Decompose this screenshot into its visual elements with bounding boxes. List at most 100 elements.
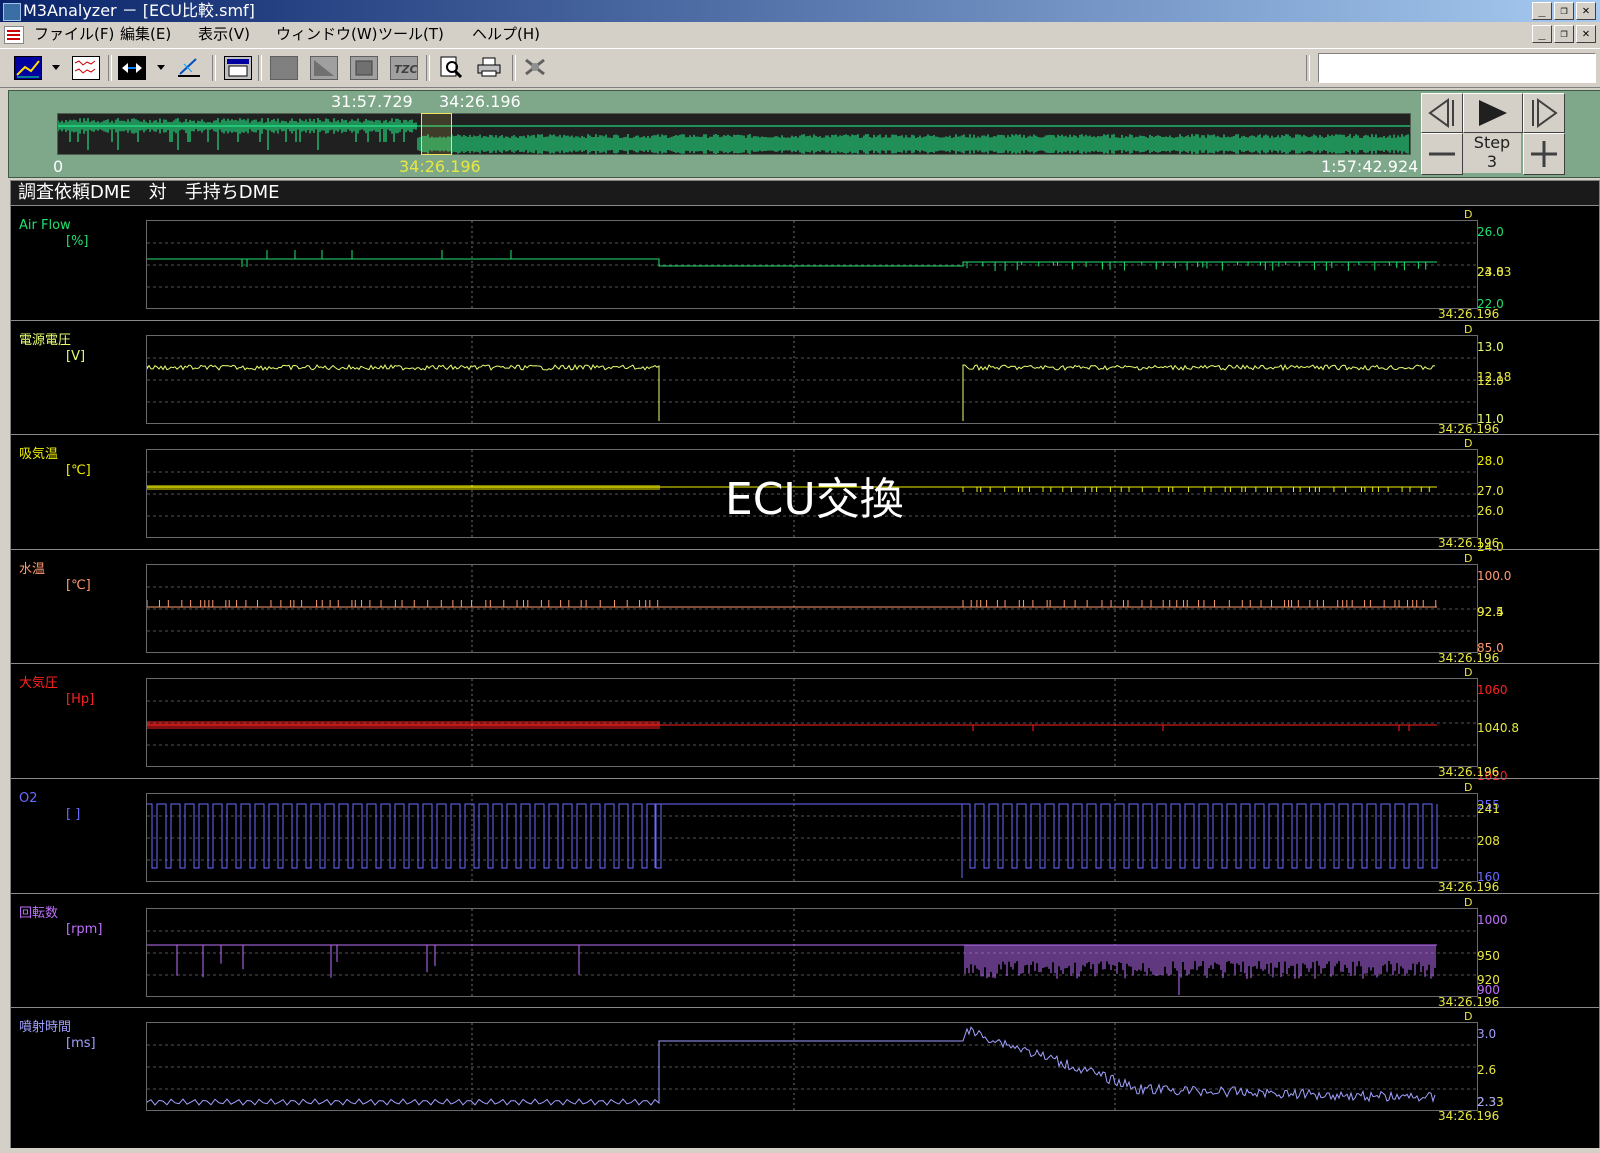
chart-panel: 調査依頼DME 対 手持ちDME Air Flow [%] D 26.0 24.0 23.… — [10, 180, 1600, 1150]
step-increase-button[interactable] — [1523, 133, 1565, 175]
box-corner-icon — [310, 56, 338, 80]
mdi-close-button[interactable]: ✕ — [1576, 25, 1596, 43]
y-tick-label: 2.3 — [1477, 1095, 1497, 1110]
channel-plot[interactable] — [146, 220, 1478, 309]
step-back-button[interactable] — [1421, 93, 1463, 133]
time-navigator: 31:57.729 34:26.196 0 34:26.196 1:57:42.… — [8, 90, 1600, 178]
channel-strip[interactable]: O2[ ] D 255 241 208 160 34:26.196 — [11, 778, 1599, 896]
channel-strip[interactable]: 水温 [℃] D 100.0 92.5 92.4 85.0 34:26.196 — [11, 548, 1599, 667]
y-tick-label: 2.6 — [1477, 1063, 1497, 1078]
data-marker-icon: D — [1464, 437, 1473, 451]
minimize-button[interactable]: _ — [1532, 2, 1552, 20]
selection-end-label: 34:26.196 — [439, 92, 521, 111]
step-label: Step — [1473, 133, 1511, 152]
menu-tools[interactable]: ツール(T) — [378, 22, 444, 46]
channel-strip[interactable]: 回転数 [rpm] D 1000 950 920 900 34:26.196 — [11, 892, 1599, 1011]
channel-strip[interactable]: 電源電圧 [V] D 13.0 12.18 12.0 11.0 34:26.196 — [11, 319, 1599, 438]
data-marker-icon: D — [1464, 1010, 1473, 1024]
tzc-button[interactable]: TZC — [388, 54, 418, 80]
channel-plot[interactable] — [146, 907, 1478, 997]
waveform-button[interactable] — [70, 54, 100, 80]
channel-plot[interactable] — [146, 678, 1478, 768]
data-window-button[interactable] — [222, 54, 252, 80]
waveform-icon — [72, 56, 100, 80]
mdi-minimize-button[interactable]: _ — [1532, 25, 1552, 43]
menu-window[interactable]: ウィンドウ(W) — [276, 22, 378, 46]
data-marker-icon: D — [1464, 666, 1473, 680]
channel-unit: [℃] — [66, 577, 91, 593]
toolbar: TZC — [0, 48, 1600, 88]
y-tick-label: 92.4 — [1477, 604, 1504, 619]
channel-name: 電源電圧 — [19, 332, 72, 348]
box-frame-icon — [350, 56, 378, 80]
preview-icon — [438, 56, 464, 79]
step-decrease-button[interactable] — [1421, 133, 1463, 175]
y-tick-label: 241 — [1477, 802, 1500, 816]
step-value: 3 — [1486, 152, 1498, 171]
menu-edit[interactable]: 編集(E) — [120, 22, 171, 46]
y-tick-label: 12.0 — [1477, 373, 1504, 388]
plus-icon — [1531, 141, 1557, 167]
box-gray-button[interactable] — [268, 54, 298, 80]
data-marker-icon: D — [1464, 895, 1473, 909]
plugin-icon — [522, 56, 548, 78]
overview-track[interactable] — [57, 113, 1411, 155]
step-back-icon — [1428, 98, 1454, 128]
step-forward-button[interactable] — [1523, 93, 1565, 133]
channel-unit: [ ] — [66, 807, 81, 822]
channel-unit: [ms] — [66, 1036, 96, 1052]
close-button[interactable]: ✕ — [1576, 2, 1596, 20]
y-tick-label: 1060 — [1477, 683, 1508, 698]
app-icon[interactable] — [3, 3, 21, 21]
y-tick-label: 28.0 — [1477, 454, 1504, 469]
box-frame-button[interactable] — [348, 54, 378, 80]
channel-plot[interactable] — [146, 334, 1478, 424]
cursor-timestamp: 34:26.196 — [1438, 1109, 1500, 1124]
zoom-fit-button[interactable] — [116, 54, 146, 80]
zoom-dropdown-icon[interactable] — [157, 65, 165, 70]
status-bar — [0, 1148, 1600, 1153]
channel-plot[interactable] — [146, 563, 1478, 653]
menu-help[interactable]: ヘルプ(H) — [472, 22, 540, 46]
channel-strip[interactable]: Air Flow [%] D 26.0 24.0 23.83 22.0 34:26.196 — [11, 205, 1599, 323]
channel-strip[interactable]: 噴射時間 [ms] D 3.0 2.6 2.33 2.3 34:26.196 — [11, 1007, 1599, 1125]
box-gray-icon — [270, 56, 298, 80]
document-icon[interactable] — [4, 26, 24, 44]
preview-button[interactable] — [436, 54, 466, 80]
channel-unit: [%] — [66, 234, 89, 249]
print-button[interactable] — [474, 54, 504, 80]
svg-text:TZC: TZC — [394, 63, 417, 76]
channel-name: 水温 — [19, 561, 46, 577]
channel-unit: [Hp] — [66, 692, 95, 708]
range-end-label: 1:57:42.924 — [1321, 157, 1419, 176]
y-tick-label: 208 — [1477, 834, 1500, 848]
step-indicator: Step 3 — [1463, 133, 1521, 173]
menu-view[interactable]: 表示(V) — [198, 22, 250, 46]
y-tick-label: 13.0 — [1477, 339, 1504, 354]
zoom-fit-icon — [118, 56, 146, 80]
channel-strip[interactable]: 大気圧 [Hp] D 1060 1040.8 1020 34:26.196 — [11, 663, 1599, 783]
y-tick-label: 23.83 — [1477, 265, 1512, 279]
channel-name: 大気圧 — [19, 676, 59, 692]
menu-file[interactable]: ファイル(F) — [34, 22, 114, 46]
window-title: M3Analyzer － [ECU比較.smf] — [23, 1, 255, 20]
step-forward-icon — [1532, 98, 1558, 128]
play-icon — [1479, 100, 1507, 126]
mdi-restore-button[interactable]: ❐ — [1554, 25, 1574, 43]
plugin-button[interactable] — [520, 54, 550, 80]
graph-dropdown-icon[interactable] — [52, 65, 60, 70]
minus-icon — [1429, 152, 1455, 156]
box-corner-button[interactable] — [308, 54, 338, 80]
y-tick-label: 1040.8 — [1477, 721, 1519, 736]
channel-name: Air Flow — [19, 218, 71, 233]
graph-button[interactable] — [12, 54, 42, 80]
restore-button[interactable]: ❐ — [1554, 2, 1574, 20]
play-button[interactable] — [1463, 93, 1523, 133]
channel-plot[interactable] — [146, 1022, 1478, 1112]
toolbar-text-field[interactable] — [1318, 53, 1596, 83]
overview-selection[interactable] — [421, 113, 452, 155]
y-tick-label: 1000 — [1477, 912, 1508, 927]
measure-button[interactable] — [174, 54, 204, 80]
channel-plot[interactable] — [146, 793, 1478, 882]
data-marker-icon: D — [1464, 322, 1473, 336]
